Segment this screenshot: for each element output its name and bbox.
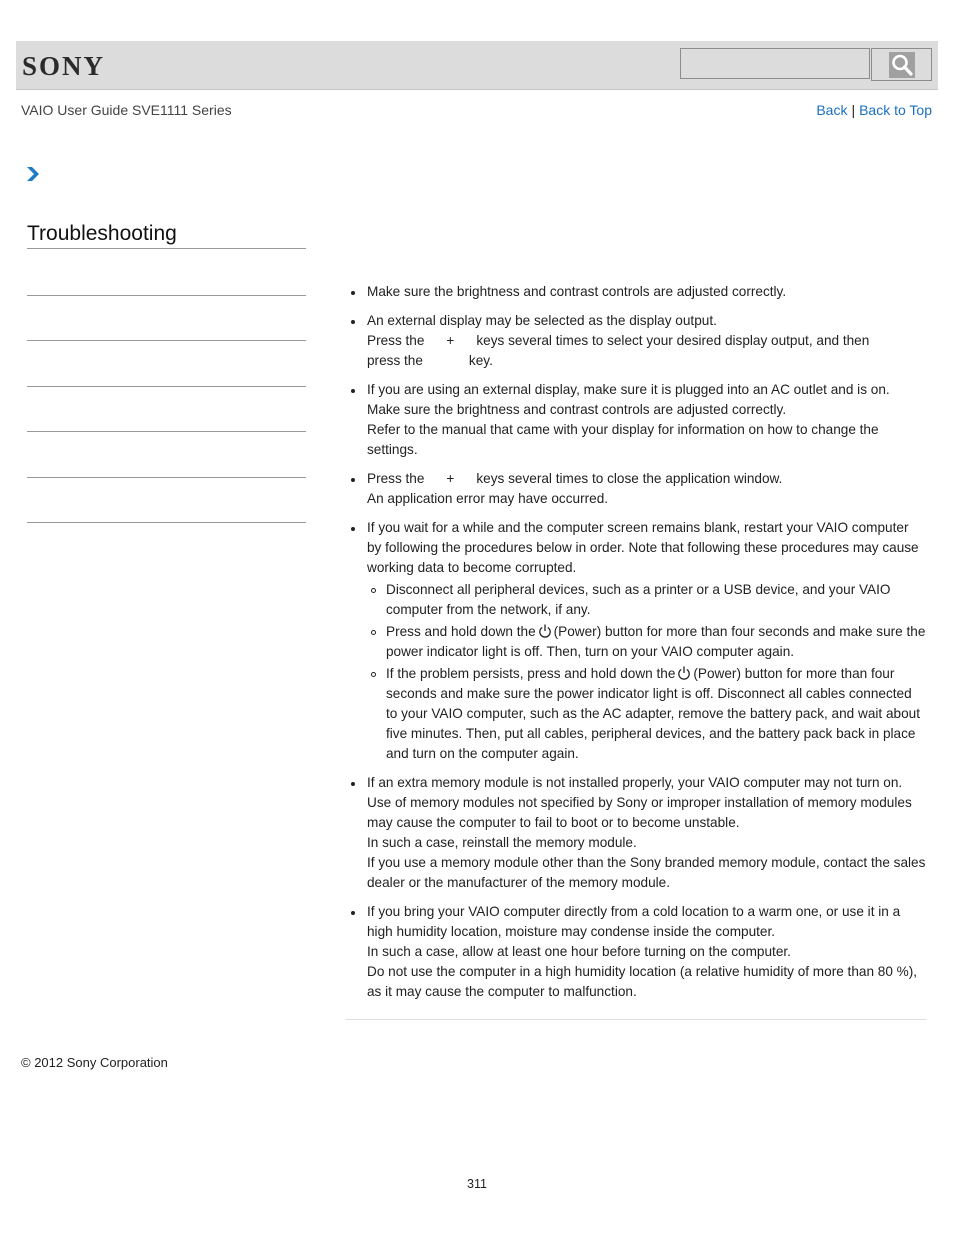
text-fragment: Disconnect all peripheral devices, such …: [386, 582, 891, 617]
item-text: Use of memory modules not specified by S…: [367, 795, 912, 830]
sub-list-item: If the problem persists, press and hold …: [367, 664, 926, 764]
plus-sign: +: [446, 471, 455, 486]
item-text: If you wait for a while and the computer…: [367, 520, 919, 575]
list-item: If you are using an external display, ma…: [346, 380, 926, 460]
content-divider: [346, 1019, 926, 1020]
chevron-right-icon[interactable]: [26, 166, 40, 182]
item-text: If you use a memory module other than th…: [367, 855, 926, 890]
list-item: If you bring your VAIO computer directly…: [346, 902, 926, 1002]
item-text: In such a case, reinstall the memory mod…: [367, 835, 637, 850]
text-fragment: Press the: [367, 471, 425, 486]
item-text: An external display may be selected as t…: [367, 313, 717, 328]
sidebar-divider: [27, 431, 306, 432]
text-fragment: Press and hold down the: [386, 624, 536, 639]
power-icon: [538, 624, 551, 638]
content-area: Make sure the brightness and contrast co…: [346, 282, 926, 1011]
back-to-top-link[interactable]: Back to Top: [859, 102, 932, 118]
item-text: If you bring your VAIO computer directly…: [367, 904, 901, 939]
text-fragment: keys several times to select your desire…: [476, 333, 870, 348]
text-fragment: key.: [468, 353, 493, 368]
item-text: Make sure the brightness and contrast co…: [367, 284, 787, 299]
item-text: Refer to the manual that came with your …: [367, 422, 879, 457]
sony-logo[interactable]: SONY: [22, 51, 105, 82]
search-button[interactable]: [871, 48, 932, 81]
sidebar-divider: [27, 340, 306, 341]
troubleshooting-list: Make sure the brightness and contrast co…: [346, 282, 926, 1002]
text-fragment: press the: [367, 353, 423, 368]
item-text: Do not use the computer in a high humidi…: [367, 964, 918, 999]
item-text: In such a case, allow at least one hour …: [367, 944, 791, 959]
procedure-list: Disconnect all peripheral devices, such …: [367, 580, 926, 764]
header-bar: SONY: [16, 41, 938, 90]
search-input[interactable]: [680, 48, 870, 79]
copyright: © 2012 Sony Corporation: [21, 1055, 168, 1070]
list-item: Make sure the brightness and contrast co…: [346, 282, 926, 302]
top-links: Back | Back to Top: [816, 102, 932, 118]
text-fragment: keys several times to close the applicat…: [476, 471, 783, 486]
sidebar-divider: [27, 295, 306, 296]
page-number: 311: [467, 1177, 487, 1191]
sidebar-divider: [27, 477, 306, 478]
list-item: If an extra memory module is not install…: [346, 773, 926, 893]
sidebar-divider: [27, 522, 306, 523]
list-item: An external display may be selected as t…: [346, 311, 926, 371]
text-fragment: Press the: [367, 333, 425, 348]
item-text: If an extra memory module is not install…: [367, 775, 903, 790]
sub-list-item: Disconnect all peripheral devices, such …: [367, 580, 926, 620]
link-separator: |: [851, 102, 856, 118]
power-icon: [678, 666, 691, 680]
item-text: Press the + keys several times to select y…: [367, 331, 926, 351]
guide-title: VAIO User Guide SVE1111 Series: [21, 102, 232, 118]
text-fragment: If the problem persists, press and hold …: [386, 666, 676, 681]
item-text: An application error may have occurred.: [367, 491, 609, 506]
sidebar-divider: [27, 386, 306, 387]
list-item: If you wait for a while and the computer…: [346, 518, 926, 764]
sub-list-item: Press and hold down the (Power) button fo…: [367, 622, 926, 662]
search-icon: [888, 51, 915, 78]
section-title: Troubleshooting: [27, 222, 306, 249]
back-link[interactable]: Back: [816, 102, 847, 118]
plus-sign: +: [446, 333, 455, 348]
item-text: Press the + keys several times to close th…: [367, 469, 926, 489]
item-text: Make sure the brightness and contrast co…: [367, 402, 787, 417]
list-item: Press the + keys several times to close th…: [346, 469, 926, 509]
item-text: If you are using an external display, ma…: [367, 382, 890, 397]
item-text: press the key.: [367, 351, 926, 371]
